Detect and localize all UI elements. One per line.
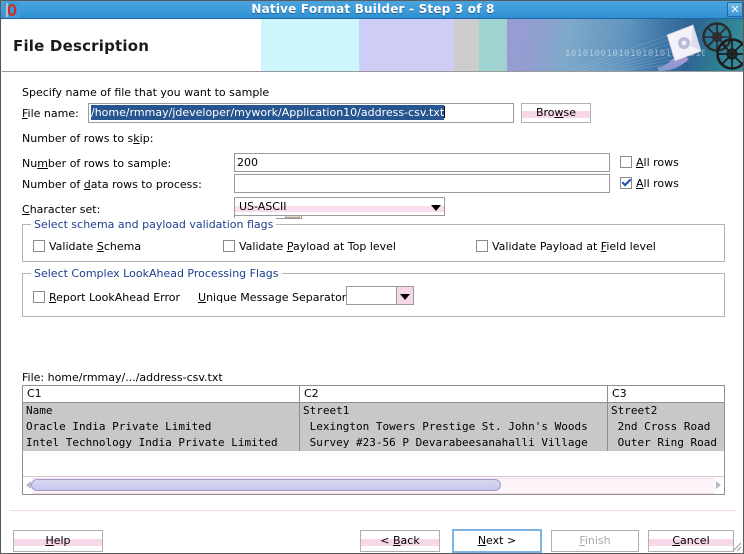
window-title: Native Format Builder - Step 3 of 8 <box>251 2 495 16</box>
window-titlebar[interactable]: Native Format Builder - Step 3 of 8 ✕ <box>1 1 743 19</box>
validate-payload-top-checkbox[interactable] <box>223 240 235 252</box>
validate-schema-checkbox[interactable] <box>33 240 45 252</box>
column-header-c1[interactable]: C1 <box>23 386 300 402</box>
browse-button[interactable]: Browse <box>521 103 591 123</box>
scrollbar-thumb[interactable] <box>31 479 501 491</box>
dialog-button-bar: Help < Back Next > Finish Cancel <box>2 510 743 553</box>
rows-to-sample-all-rows-label: All rows <box>636 156 679 169</box>
rows-to-sample-all-rows-checkbox[interactable] <box>620 156 632 168</box>
wizard-banner: 10101001010101010101001010 File Descript… <box>2 19 743 72</box>
lookahead-flags-group-title: Select Complex LookAhead Processing Flag… <box>31 267 282 280</box>
character-set-value: US-ASCII <box>239 200 287 213</box>
table-horizontal-scrollbar[interactable] <box>23 476 724 494</box>
table-body: Name Oracle India Private Limited Intel … <box>23 403 724 478</box>
close-icon[interactable]: ✕ <box>727 2 743 17</box>
help-button[interactable]: Help <box>13 530 103 552</box>
rows-to-sample-label: Number of rows to sample: <box>22 157 172 170</box>
file-name-label: File name: <box>22 107 79 120</box>
validation-flags-group-title: Select schema and payload validation fla… <box>31 218 277 231</box>
file-name-input[interactable]: /home/rmmay/jdeveloper/mywork/Applicatio… <box>88 103 514 123</box>
back-button[interactable]: < Back <box>360 530 440 552</box>
oracle-logo-icon <box>4 2 20 18</box>
sample-data-table: C1 C2 C3 Name Oracle India Private Limit… <box>22 385 725 495</box>
rows-to-skip-label: Number of rows to skip: <box>22 132 154 145</box>
banner-block-teal <box>479 19 507 72</box>
character-set-dropdown[interactable]: US-ASCII <box>234 197 445 216</box>
native-format-builder-dialog: Native Format Builder - Step 3 of 8 ✕ 10… <box>0 0 744 554</box>
data-rows-to-process-label: Number of data rows to process: <box>22 178 202 191</box>
table-column-c3[interactable]: Street2 2nd Cross Road Outer Ring Road <box>608 403 724 451</box>
data-rows-all-rows-label: All rows <box>636 177 679 190</box>
table-column-c1[interactable]: Name Oracle India Private Limited Intel … <box>23 403 300 451</box>
gears-document-illustration-icon <box>507 19 743 72</box>
banner-block-cyan <box>261 19 359 72</box>
banner-block-lavender <box>359 19 454 72</box>
character-set-label: Character set: <box>22 203 101 216</box>
chevron-down-icon[interactable] <box>396 287 413 304</box>
rows-to-sample-input[interactable]: 200 <box>234 153 610 172</box>
column-header-c3[interactable]: C3 <box>608 386 724 402</box>
finish-button[interactable]: Finish <box>551 530 639 552</box>
unique-message-separator-label: Unique Message Separator <box>198 291 347 304</box>
data-rows-to-process-input[interactable] <box>234 174 610 193</box>
chevron-down-icon[interactable] <box>428 198 444 215</box>
cancel-button[interactable]: Cancel <box>648 530 734 552</box>
page-title: File Description <box>13 37 150 55</box>
table-header-row: C1 C2 C3 <box>23 386 724 403</box>
table-column-c2[interactable]: Street1 Lexington Towers Prestige St. Jo… <box>300 403 608 451</box>
dialog-content: Specify name of file that you want to sa… <box>2 72 743 510</box>
column-header-c2[interactable]: C2 <box>300 386 608 402</box>
scroll-right-icon[interactable] <box>716 481 721 489</box>
unique-message-separator-dropdown[interactable] <box>346 286 414 305</box>
instruction-text: Specify name of file that you want to sa… <box>22 86 270 99</box>
button-bar-divider <box>10 510 736 511</box>
validate-payload-top-label: Validate Payload at Top level <box>239 240 396 253</box>
file-name-value: /home/rmmay/jdeveloper/mywork/Applicatio… <box>91 105 445 120</box>
report-lookahead-error-label: Report LookAhead Error <box>49 291 181 304</box>
preview-file-path: File: home/rmmay/.../address-csv.txt <box>22 371 223 384</box>
validate-schema-label: Validate Schema <box>49 240 142 253</box>
validate-payload-field-checkbox[interactable] <box>476 240 488 252</box>
report-lookahead-error-checkbox[interactable] <box>33 291 45 303</box>
data-rows-all-rows-checkbox[interactable] <box>620 177 632 189</box>
banner-block-gray <box>454 19 479 72</box>
validate-payload-field-label: Validate Payload at Field level <box>492 240 656 253</box>
next-button[interactable]: Next > <box>452 529 542 553</box>
